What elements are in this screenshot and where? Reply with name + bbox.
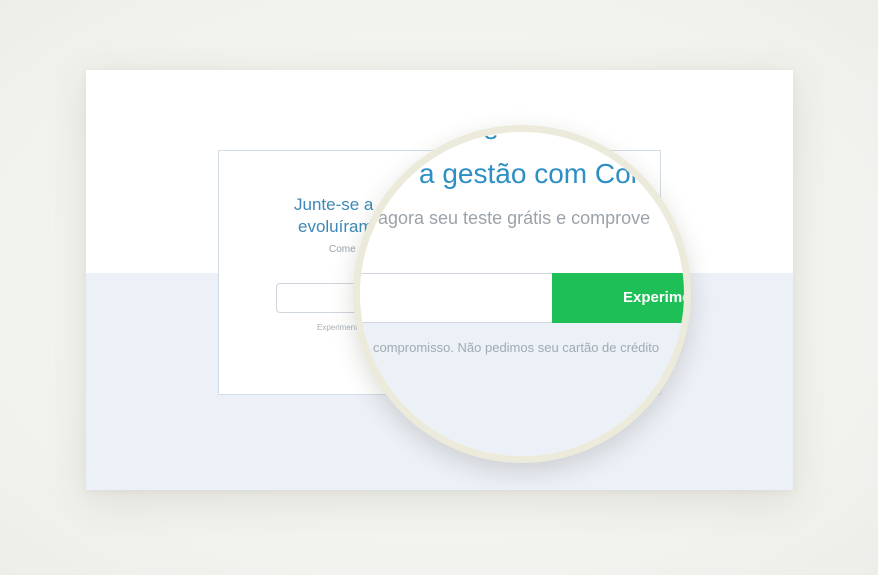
magnified-note: compromisso. Não pedimos seu cartão de c…: [373, 340, 660, 355]
magnified-headline-line1: 8.000 e: [405, 132, 498, 146]
experimente-button[interactable]: Experimente: [552, 273, 684, 323]
form-subtitle: Come: [329, 244, 356, 255]
magnifier-lens: 8.000 e a gestão com Con agora seu teste…: [360, 132, 684, 456]
magnified-headline-line2: a gestão com Con: [419, 158, 647, 189]
magnified-email-input[interactable]: [360, 273, 558, 323]
magnified-subtitle: agora seu teste grátis e comprove: [378, 208, 651, 228]
